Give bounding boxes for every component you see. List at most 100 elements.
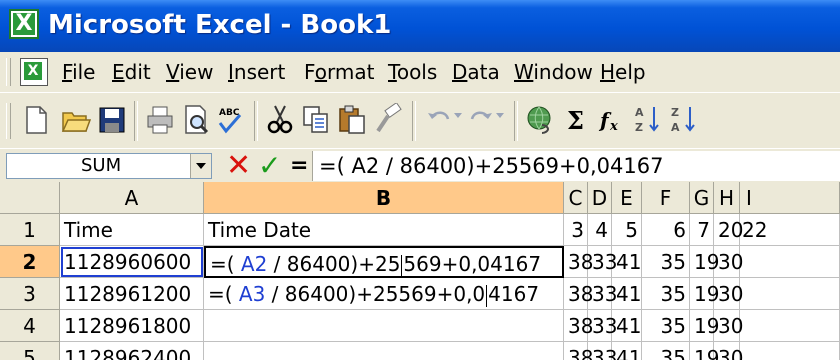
copy-icon[interactable] [300, 103, 332, 137]
cell-i2[interactable] [740, 246, 840, 278]
cell-h4[interactable]: 30 [714, 310, 743, 342]
excel-app-icon[interactable]: X [9, 9, 39, 39]
cell-f5[interactable]: 35 [642, 342, 690, 360]
cell-a3[interactable]: 1128961200 [60, 278, 204, 310]
formula-input[interactable]: =( A2 / 86400)+25569+0,04167 [312, 151, 840, 181]
column-header-g[interactable]: G [690, 182, 714, 214]
redo-dropdown-icon[interactable] [496, 113, 504, 118]
column-header-d[interactable]: D [588, 182, 612, 214]
column-header-i[interactable]: I [740, 182, 840, 214]
cell-a2[interactable]: 1128960600 [60, 246, 204, 278]
cell-b2-reference: A2 [240, 252, 268, 276]
workbook-icon[interactable]: X [18, 58, 48, 86]
cell-h1[interactable]: 20 [714, 214, 743, 246]
cell-e1[interactable]: 5 [612, 214, 642, 246]
cell-b4[interactable] [204, 310, 564, 342]
cell-g4[interactable]: 19 [690, 310, 719, 342]
cell-f4[interactable]: 35 [642, 310, 690, 342]
menu-edit[interactable]: Edit [112, 60, 151, 84]
undo-icon[interactable] [424, 103, 456, 137]
column-header-h[interactable]: H [714, 182, 740, 214]
cell-f1[interactable]: 6 [642, 214, 690, 246]
column-header-a[interactable]: A [60, 182, 204, 214]
sort-descending-icon[interactable]: ZA [668, 103, 700, 137]
spelling-icon[interactable]: ABC [214, 103, 246, 137]
cell-d1[interactable]: 4 [588, 214, 612, 246]
hyperlink-icon[interactable] [524, 103, 556, 137]
toolbar-grip[interactable] [6, 103, 11, 139]
cell-i4[interactable] [740, 310, 840, 342]
column-header-e[interactable]: E [612, 182, 642, 214]
cell-b1[interactable]: Time Date [204, 214, 564, 246]
menu-window[interactable]: Window [514, 60, 593, 84]
row-header-3[interactable]: 3 [0, 278, 60, 310]
cell-d4[interactable]: 33 [588, 310, 617, 342]
edit-formula-button[interactable]: = [290, 149, 308, 183]
cell-d3[interactable]: 33 [588, 278, 617, 310]
cell-c5[interactable]: 38 [564, 342, 593, 360]
cell-e3[interactable]: 41 [612, 278, 642, 310]
undo-dropdown-icon[interactable] [454, 113, 462, 118]
cell-a5[interactable]: 1128962400 [60, 342, 204, 360]
cell-a4[interactable]: 1128961800 [60, 310, 204, 342]
save-icon[interactable] [96, 103, 128, 137]
cell-g5[interactable]: 19 [690, 342, 719, 360]
menu-help[interactable]: Help [600, 60, 646, 84]
cell-g3[interactable]: 19 [690, 278, 719, 310]
cell-g2[interactable]: 19 [690, 246, 719, 278]
cut-icon[interactable] [264, 103, 296, 137]
redo-icon[interactable] [464, 103, 496, 137]
cell-d5[interactable]: 33 [588, 342, 617, 360]
menu-format[interactable]: Format [304, 60, 375, 84]
column-header-f[interactable]: F [642, 182, 690, 214]
function-icon[interactable]: fx [596, 103, 628, 137]
row-header-2[interactable]: 2 [0, 246, 60, 278]
sort-ascending-icon[interactable]: AZ [632, 103, 664, 137]
cell-a1[interactable]: Time [60, 214, 204, 246]
cell-f2[interactable]: 35 [642, 246, 690, 278]
cell-e5[interactable]: 41 [612, 342, 642, 360]
select-all-corner[interactable] [0, 182, 60, 214]
row-header-5[interactable]: 5 [0, 342, 60, 360]
new-icon[interactable] [20, 103, 52, 137]
print-icon[interactable] [144, 103, 176, 137]
cell-i3[interactable] [740, 278, 840, 310]
cell-c1[interactable]: 3 [564, 214, 588, 246]
enter-button[interactable]: ✓ [258, 149, 281, 183]
cell-h5[interactable]: 30 [714, 342, 743, 360]
cell-g1[interactable]: 7 [690, 214, 714, 246]
cell-b5[interactable] [204, 342, 564, 360]
menu-data[interactable]: Data [452, 60, 500, 84]
cancel-button[interactable]: ✕ [226, 149, 251, 183]
cell-b2[interactable]: =( A2 / 86400)+25 569+0,04167 [204, 246, 564, 278]
row-header-1[interactable]: 1 [0, 214, 60, 246]
paste-icon[interactable] [336, 103, 368, 137]
cell-c2[interactable]: 38 [564, 246, 593, 278]
cell-i1[interactable]: 22 [740, 214, 840, 246]
name-box[interactable]: SUM [6, 153, 212, 179]
cell-f3[interactable]: 35 [642, 278, 690, 310]
print-preview-icon[interactable] [180, 103, 212, 137]
menu-view[interactable]: View [166, 60, 213, 84]
cell-e4[interactable]: 41 [612, 310, 642, 342]
menu-format-mnemonic: o [314, 60, 328, 84]
name-box-dropdown-icon[interactable] [190, 154, 211, 178]
cell-h2[interactable]: 30 [714, 246, 743, 278]
cell-h3[interactable]: 30 [714, 278, 743, 310]
column-header-b[interactable]: B [204, 182, 564, 214]
column-header-c[interactable]: C [564, 182, 588, 214]
cell-c3[interactable]: 38 [564, 278, 593, 310]
menu-tools[interactable]: Tools [388, 60, 437, 84]
menu-file[interactable]: File [62, 60, 95, 84]
cell-i5[interactable] [740, 342, 840, 360]
cell-e2[interactable]: 41 [612, 246, 642, 278]
cell-d2[interactable]: 33 [588, 246, 617, 278]
cell-c4[interactable]: 38 [564, 310, 593, 342]
open-icon[interactable] [60, 103, 92, 137]
row-header-4[interactable]: 4 [0, 310, 60, 342]
cell-b3[interactable]: =( A3 / 86400)+25569+0,0 4167 [204, 278, 564, 310]
menu-insert[interactable]: Insert [228, 60, 285, 84]
format-painter-icon[interactable] [372, 103, 404, 137]
menu-grip[interactable] [6, 58, 11, 86]
autosum-icon[interactable]: Σ [562, 103, 594, 137]
